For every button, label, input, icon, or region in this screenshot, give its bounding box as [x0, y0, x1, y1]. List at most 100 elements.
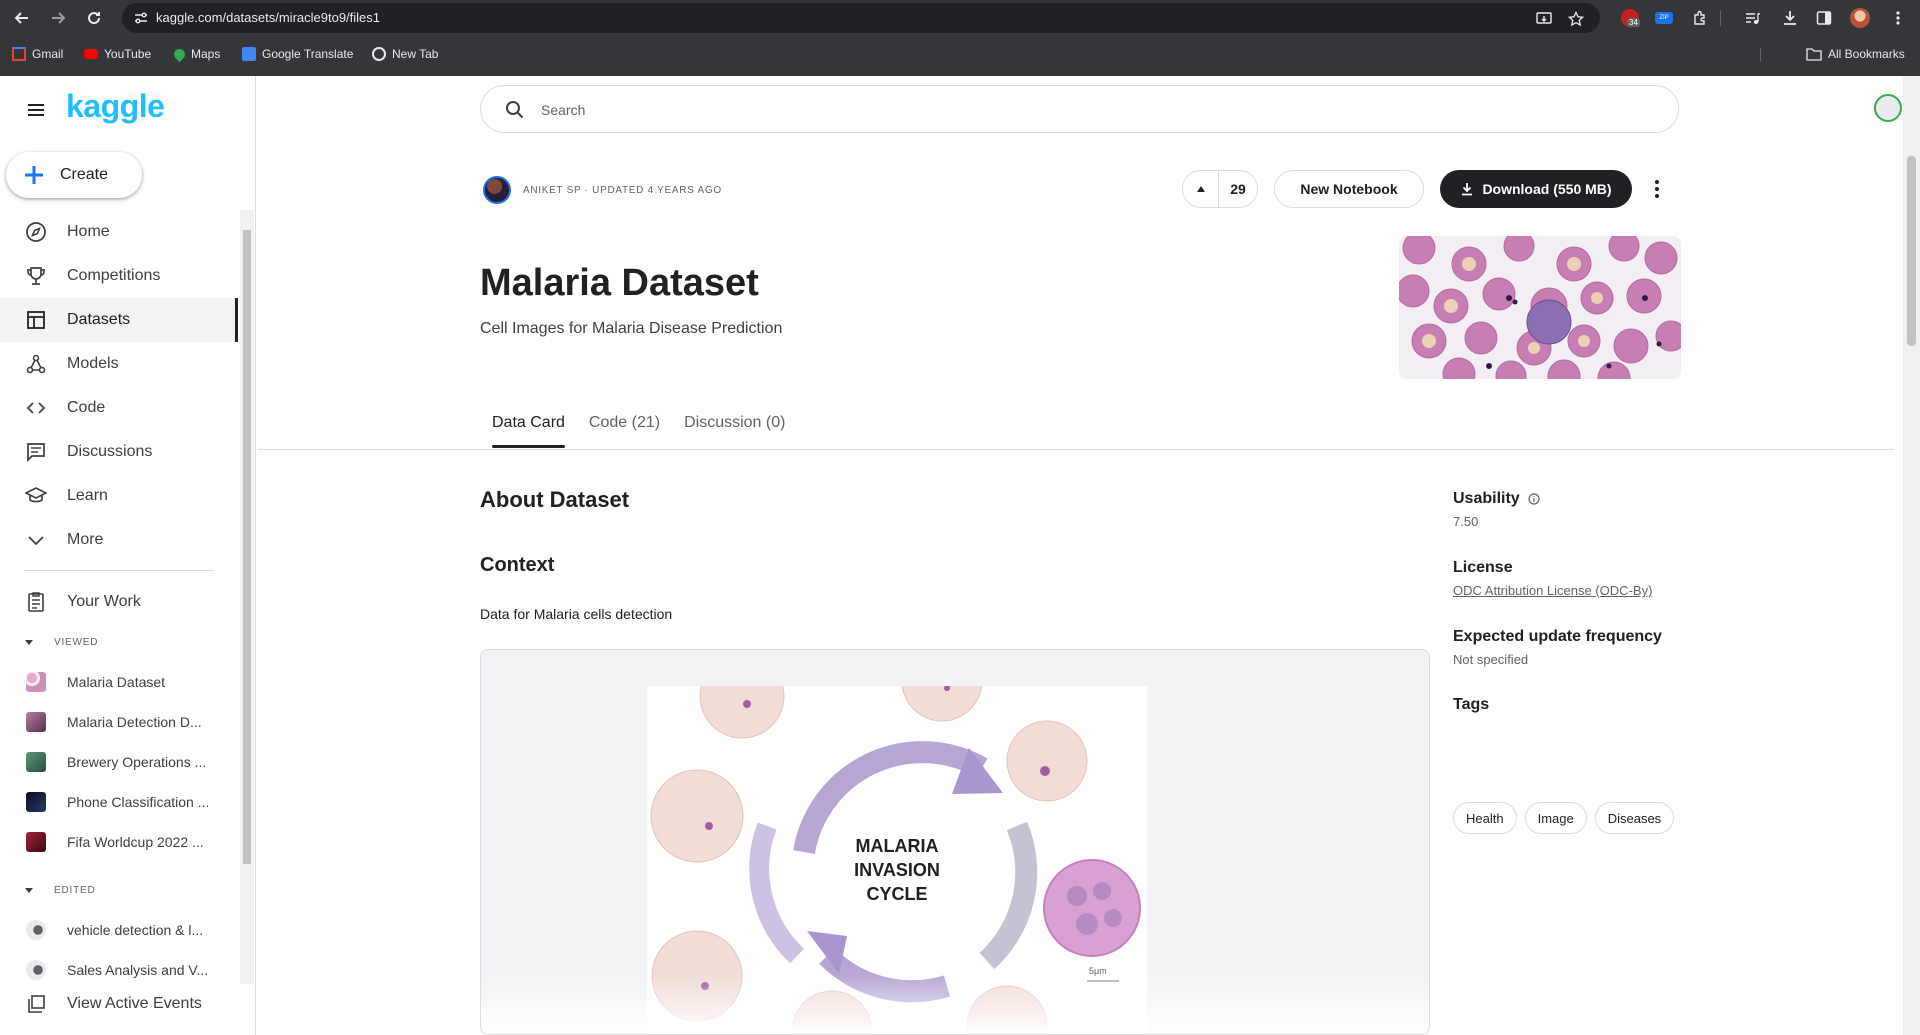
extension-badge-count: 34	[1627, 18, 1640, 27]
globe-icon	[372, 47, 386, 61]
page-scrollbar[interactable]	[1903, 76, 1920, 1035]
bookmark-label: New Tab	[392, 47, 439, 61]
bookmark-star-icon[interactable]	[1566, 9, 1586, 29]
sidebar-item-competitions[interactable]: Competitions	[0, 254, 238, 298]
owner-avatar[interactable]	[483, 176, 511, 204]
page-scrollbar-thumb[interactable]	[1907, 156, 1916, 346]
translate-icon	[242, 47, 256, 61]
bookmark-label: YouTube	[104, 47, 152, 61]
code-icon	[24, 396, 48, 420]
kaggle-logo[interactable]: kaggle	[66, 88, 165, 125]
recent-item[interactable]: Fifa Worldcup 2022 ...	[0, 822, 238, 862]
tab-discussion[interactable]: Discussion (0)	[672, 406, 797, 448]
create-label: Create	[60, 166, 109, 183]
forward-button[interactable]	[46, 6, 70, 30]
sidebar-item-your-work[interactable]: Your Work	[0, 580, 238, 624]
sidebar-item-models[interactable]: Models	[0, 342, 238, 386]
sidebar-item-home[interactable]: Home	[0, 210, 238, 254]
sidebar-item-label: Discussions	[67, 443, 153, 460]
new-notebook-button[interactable]: New Notebook	[1274, 170, 1424, 208]
tabs-divider	[258, 449, 1894, 450]
install-app-icon[interactable]	[1534, 9, 1554, 29]
user-avatar[interactable]	[1874, 94, 1902, 122]
bookmark-youtube[interactable]: YouTube	[84, 45, 151, 63]
tag-chip[interactable]: Image	[1524, 802, 1587, 834]
license-link[interactable]: ODC Attribution License (ODC-By)	[1453, 583, 1683, 598]
bookmark-new-tab[interactable]: New Tab	[372, 45, 438, 63]
sidebar-item-code[interactable]: Code	[0, 386, 238, 430]
recent-item[interactable]: Brewery Operations ...	[0, 742, 238, 782]
tab-data-card[interactable]: Data Card	[480, 406, 577, 448]
frequency-label: Expected update frequency	[1453, 628, 1662, 645]
table-icon	[24, 308, 48, 332]
upvote-button[interactable]	[1183, 171, 1219, 207]
recent-item-label: Sales Analysis and V...	[67, 962, 209, 978]
more-options-icon[interactable]	[1645, 176, 1669, 202]
recent-item[interactable]: Malaria Dataset	[0, 662, 238, 702]
bookmark-translate[interactable]: Google Translate	[242, 45, 353, 63]
search-icon	[506, 101, 524, 119]
recent-item[interactable]: Phone Classification ...	[0, 782, 238, 822]
sidebar-item-discussions[interactable]: Discussions	[0, 430, 238, 474]
profile-avatar[interactable]	[1848, 6, 1872, 30]
viewed-section-header[interactable]: VIEWED	[24, 632, 98, 652]
figure-text-line: INVASION	[854, 860, 940, 880]
bookmark-maps[interactable]: Maps	[171, 45, 220, 63]
owner-updated-text[interactable]: ANIKET SP · UPDATED 4 YEARS AGO	[523, 185, 722, 196]
usability-value: 7.50	[1453, 514, 1479, 529]
recent-item-label: Fifa Worldcup 2022 ...	[67, 834, 204, 850]
tag-chip[interactable]: Diseases	[1594, 802, 1675, 834]
sidebar-item-more[interactable]: More	[0, 518, 238, 562]
sidebar-item-label: Competitions	[67, 267, 161, 284]
reload-icon	[88, 12, 101, 25]
bookmark-label: Google Translate	[262, 47, 354, 61]
owner-row: ANIKET SP · UPDATED 4 YEARS AGO	[483, 175, 722, 205]
bookmark-gmail[interactable]: Gmail	[12, 45, 63, 63]
recent-item[interactable]: Malaria Detection D...	[0, 702, 238, 742]
youtube-icon	[84, 49, 98, 59]
vote-count[interactable]: 29	[1219, 171, 1257, 207]
site-info-icon[interactable]	[134, 11, 148, 25]
sidebar-item-learn[interactable]: Learn	[0, 474, 238, 518]
search-bar[interactable]	[480, 85, 1679, 133]
bookmark-label: Gmail	[32, 47, 64, 61]
browser-toolbar: kaggle.com/datasets/miracle9to9/files1 3…	[0, 0, 1920, 36]
side-panel-icon[interactable]	[1812, 6, 1836, 30]
create-button[interactable]: Create	[6, 152, 142, 198]
browser-menu-icon[interactable]	[1886, 6, 1910, 30]
recent-item[interactable]: vehicle detection & l...	[0, 910, 238, 950]
reload-button[interactable]	[82, 6, 106, 30]
license-block: License ODC Attribution License (ODC-By)	[1453, 559, 1683, 598]
download-button[interactable]: Download (550 MB)	[1440, 170, 1632, 208]
figure-text-line: MALARIA	[855, 836, 939, 856]
dataset-thumbnail	[26, 752, 46, 772]
url-text[interactable]: kaggle.com/datasets/miracle9to9/files1	[156, 10, 380, 25]
sidebar-item-view-active-events[interactable]: View Active Events	[0, 982, 238, 1026]
sidebar-item-label: Models	[67, 355, 119, 372]
back-button[interactable]	[10, 6, 34, 30]
tab-code[interactable]: Code (21)	[577, 406, 672, 448]
extensions-puzzle-icon[interactable]	[1688, 6, 1712, 30]
tag-chip[interactable]: Health	[1453, 802, 1517, 834]
all-bookmarks[interactable]: All Bookmarks	[1806, 45, 1905, 63]
figure-text-line: CYCLE	[866, 884, 928, 904]
sidebar-item-label: Home	[67, 223, 110, 240]
edited-section-header[interactable]: EDITED	[24, 880, 95, 900]
sidebar-item-datasets[interactable]: Datasets	[0, 298, 238, 342]
sidebar-divider	[24, 570, 214, 571]
sidebar-scrollbar-thumb[interactable]	[243, 230, 251, 864]
extension-badge-icon[interactable]: 34	[1618, 6, 1642, 30]
downloads-icon[interactable]	[1778, 6, 1802, 30]
edited-header-label: EDITED	[54, 884, 96, 896]
media-controls-icon[interactable]	[1740, 6, 1764, 30]
usability-block: Usability 7.50	[1453, 490, 1683, 529]
search-input[interactable]	[541, 98, 1641, 122]
menu-icon[interactable]	[24, 98, 48, 122]
zip-extension-icon[interactable]: ZIP	[1652, 6, 1676, 30]
address-bar[interactable]: kaggle.com/datasets/miracle9to9/files1	[122, 3, 1600, 33]
recent-item-label: Phone Classification ...	[67, 794, 210, 810]
info-icon[interactable]	[1528, 493, 1540, 505]
sidebar-scrollbar[interactable]	[240, 210, 254, 984]
browser-chrome: kaggle.com/datasets/miracle9to9/files1 3…	[0, 0, 1920, 76]
gmail-icon	[12, 47, 26, 61]
